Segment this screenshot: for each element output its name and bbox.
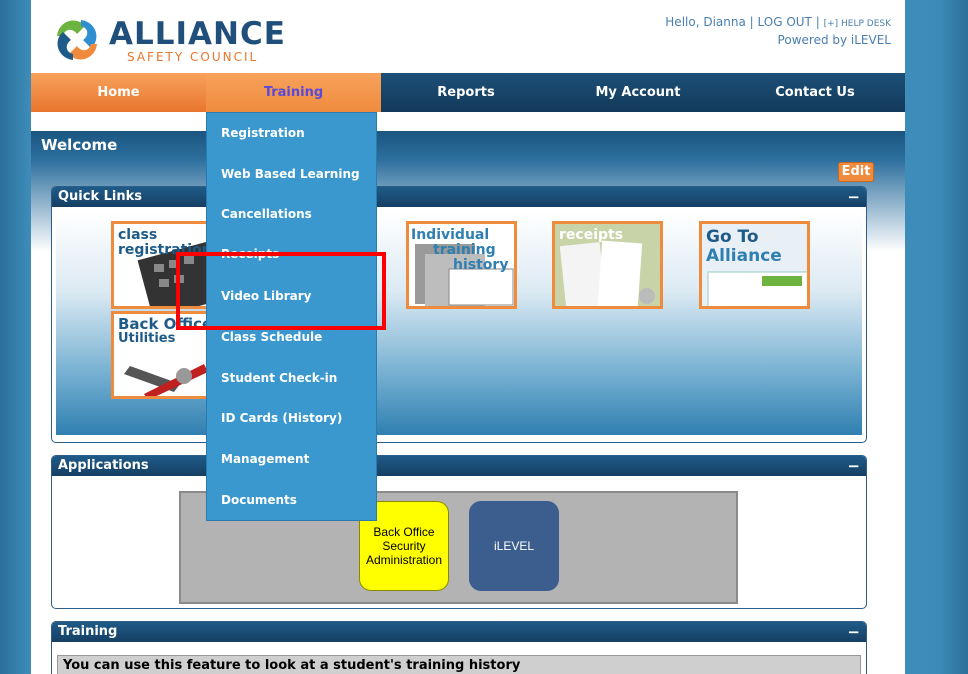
- menu-item-documents[interactable]: Documents: [221, 493, 297, 507]
- menu-item-id-cards-history[interactable]: ID Cards (History): [221, 411, 342, 425]
- tile-line-1: class: [118, 227, 158, 243]
- tile-line-3: history: [453, 257, 509, 273]
- tile-line-1: Go To: [706, 227, 759, 247]
- logo-name: ALLIANCE: [109, 16, 286, 52]
- minimize-icon[interactable]: −: [847, 456, 860, 476]
- edit-button[interactable]: Edit: [838, 162, 874, 182]
- welcome-title: Welcome: [41, 136, 118, 154]
- training-title: Training: [58, 624, 118, 639]
- nav-training[interactable]: Training: [206, 73, 381, 112]
- menu-item-web-based-learning[interactable]: Web Based Learning: [221, 167, 360, 181]
- quick-links-title: Quick Links: [58, 189, 143, 204]
- tile-line-2: Utilities: [118, 331, 176, 346]
- nav-contact-us[interactable]: Contact Us: [725, 73, 905, 112]
- alliance-logo[interactable]: ALLIANCE SAFETY COUNCIL: [47, 14, 297, 66]
- tile-label: Individual training history: [411, 228, 508, 273]
- menu-item-class-schedule[interactable]: Class Schedule: [221, 330, 322, 344]
- highlight-box: [176, 252, 386, 330]
- tile-line-2: training: [433, 242, 496, 258]
- quick-links-panel: Quick Links − class registration Individ…: [51, 186, 867, 443]
- powered-by: Powered by iLEVEL: [777, 33, 891, 47]
- menu-item-cancellations[interactable]: Cancellations: [221, 207, 312, 221]
- applications-title: Applications: [58, 458, 149, 473]
- logo-tagline: SAFETY COUNCIL: [127, 50, 259, 64]
- applications-header: Applications −: [52, 456, 866, 476]
- quick-links-header: Quick Links −: [52, 187, 866, 207]
- nav-reports[interactable]: Reports: [381, 73, 551, 112]
- menu-item-management[interactable]: Management: [221, 452, 309, 466]
- quick-link-go-to-alliance[interactable]: Go To Alliance: [699, 221, 810, 309]
- user-greeting: Hello, Dianna | LOG OUT | [+] HELP DESK …: [665, 15, 891, 47]
- logout-link[interactable]: LOG OUT: [758, 15, 812, 29]
- main-nav: Home Training Reports My Account Contact…: [31, 73, 905, 112]
- tile-line-1: Individual: [411, 227, 490, 243]
- training-note: You can use this feature to look at a st…: [57, 655, 861, 674]
- quick-link-training-history[interactable]: Individual training history: [406, 221, 517, 309]
- menu-item-student-check-in[interactable]: Student Check-in: [221, 371, 337, 385]
- greeting-text: Hello, Dianna: [665, 15, 746, 29]
- nav-home[interactable]: Home: [31, 73, 206, 112]
- page: ALLIANCE SAFETY COUNCIL Hello, Dianna | …: [31, 0, 905, 674]
- minimize-icon[interactable]: −: [847, 622, 860, 642]
- welcome-bar: Welcome: [31, 131, 905, 159]
- applications-panel: Applications − Back Office Security Admi…: [51, 455, 867, 609]
- tile-label: receipts: [559, 227, 624, 243]
- tile-line-2: Alliance: [706, 246, 782, 266]
- quick-link-receipts[interactable]: receipts: [552, 221, 663, 309]
- menu-item-registration[interactable]: Registration: [221, 126, 305, 140]
- help-desk-link[interactable]: [+] HELP DESK: [824, 19, 891, 29]
- training-header: Training −: [52, 622, 866, 642]
- minimize-icon[interactable]: −: [847, 187, 860, 207]
- tile-label: Go To Alliance: [706, 228, 782, 266]
- app-ilevel[interactable]: iLEVEL: [469, 501, 559, 591]
- nav-my-account[interactable]: My Account: [551, 73, 725, 112]
